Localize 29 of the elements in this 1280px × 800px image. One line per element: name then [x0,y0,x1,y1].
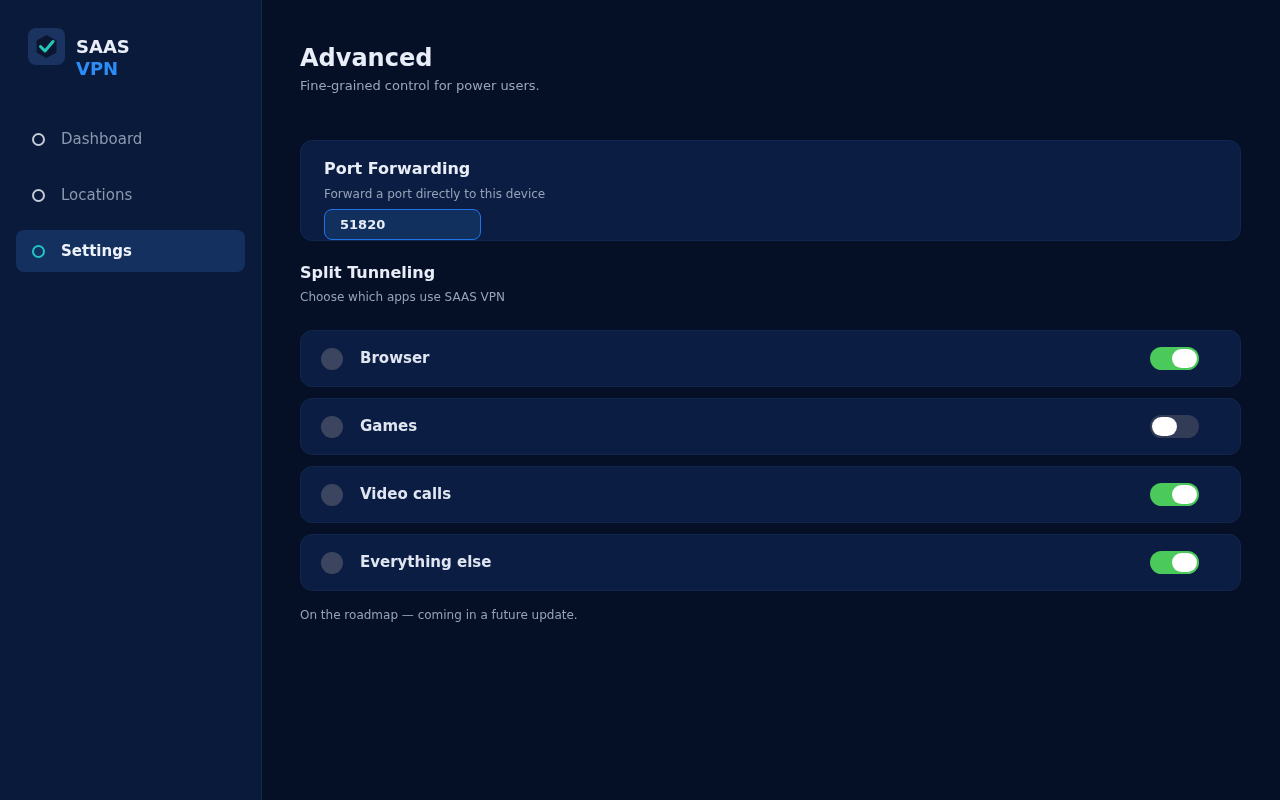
ring-icon [32,132,45,146]
nav-item[interactable]: Dashboard [16,118,245,160]
app-label: Video calls [360,484,453,506]
app-label: Games [360,416,419,438]
nav-item[interactable]: Locations [16,174,245,216]
brand-name: SAAS [76,36,130,58]
circle-icon [321,483,343,506]
section-description: Choose which apps use SAAS VPN [300,289,507,305]
brand-suffix: VPN [76,58,120,80]
circle-icon [321,415,343,438]
toggle-switch[interactable] [1150,551,1199,574]
page-subtitle: Fine-grained control for power users. [300,78,541,94]
section-title: Port Forwarding [324,159,472,179]
page-title: Advanced [300,43,434,73]
ring-icon [32,188,45,202]
section-title: Split Tunneling [300,263,437,283]
toggle-switch[interactable] [1150,415,1199,438]
hexagon-check-icon [28,28,65,65]
circle-icon [321,347,343,370]
toggle-switch[interactable] [1150,483,1199,506]
toggle-switch[interactable] [1150,347,1199,370]
ring-icon [32,244,45,258]
nav-item[interactable]: Settings [16,230,245,272]
app-label: Browser [360,348,431,370]
section-description: Forward a port directly to this device [324,186,547,202]
circle-icon [321,551,343,574]
app-label: Everything else [360,552,493,574]
port-field[interactable]: 51820 [324,209,481,240]
footnote: On the roadmap — coming in a future update. [300,607,579,623]
